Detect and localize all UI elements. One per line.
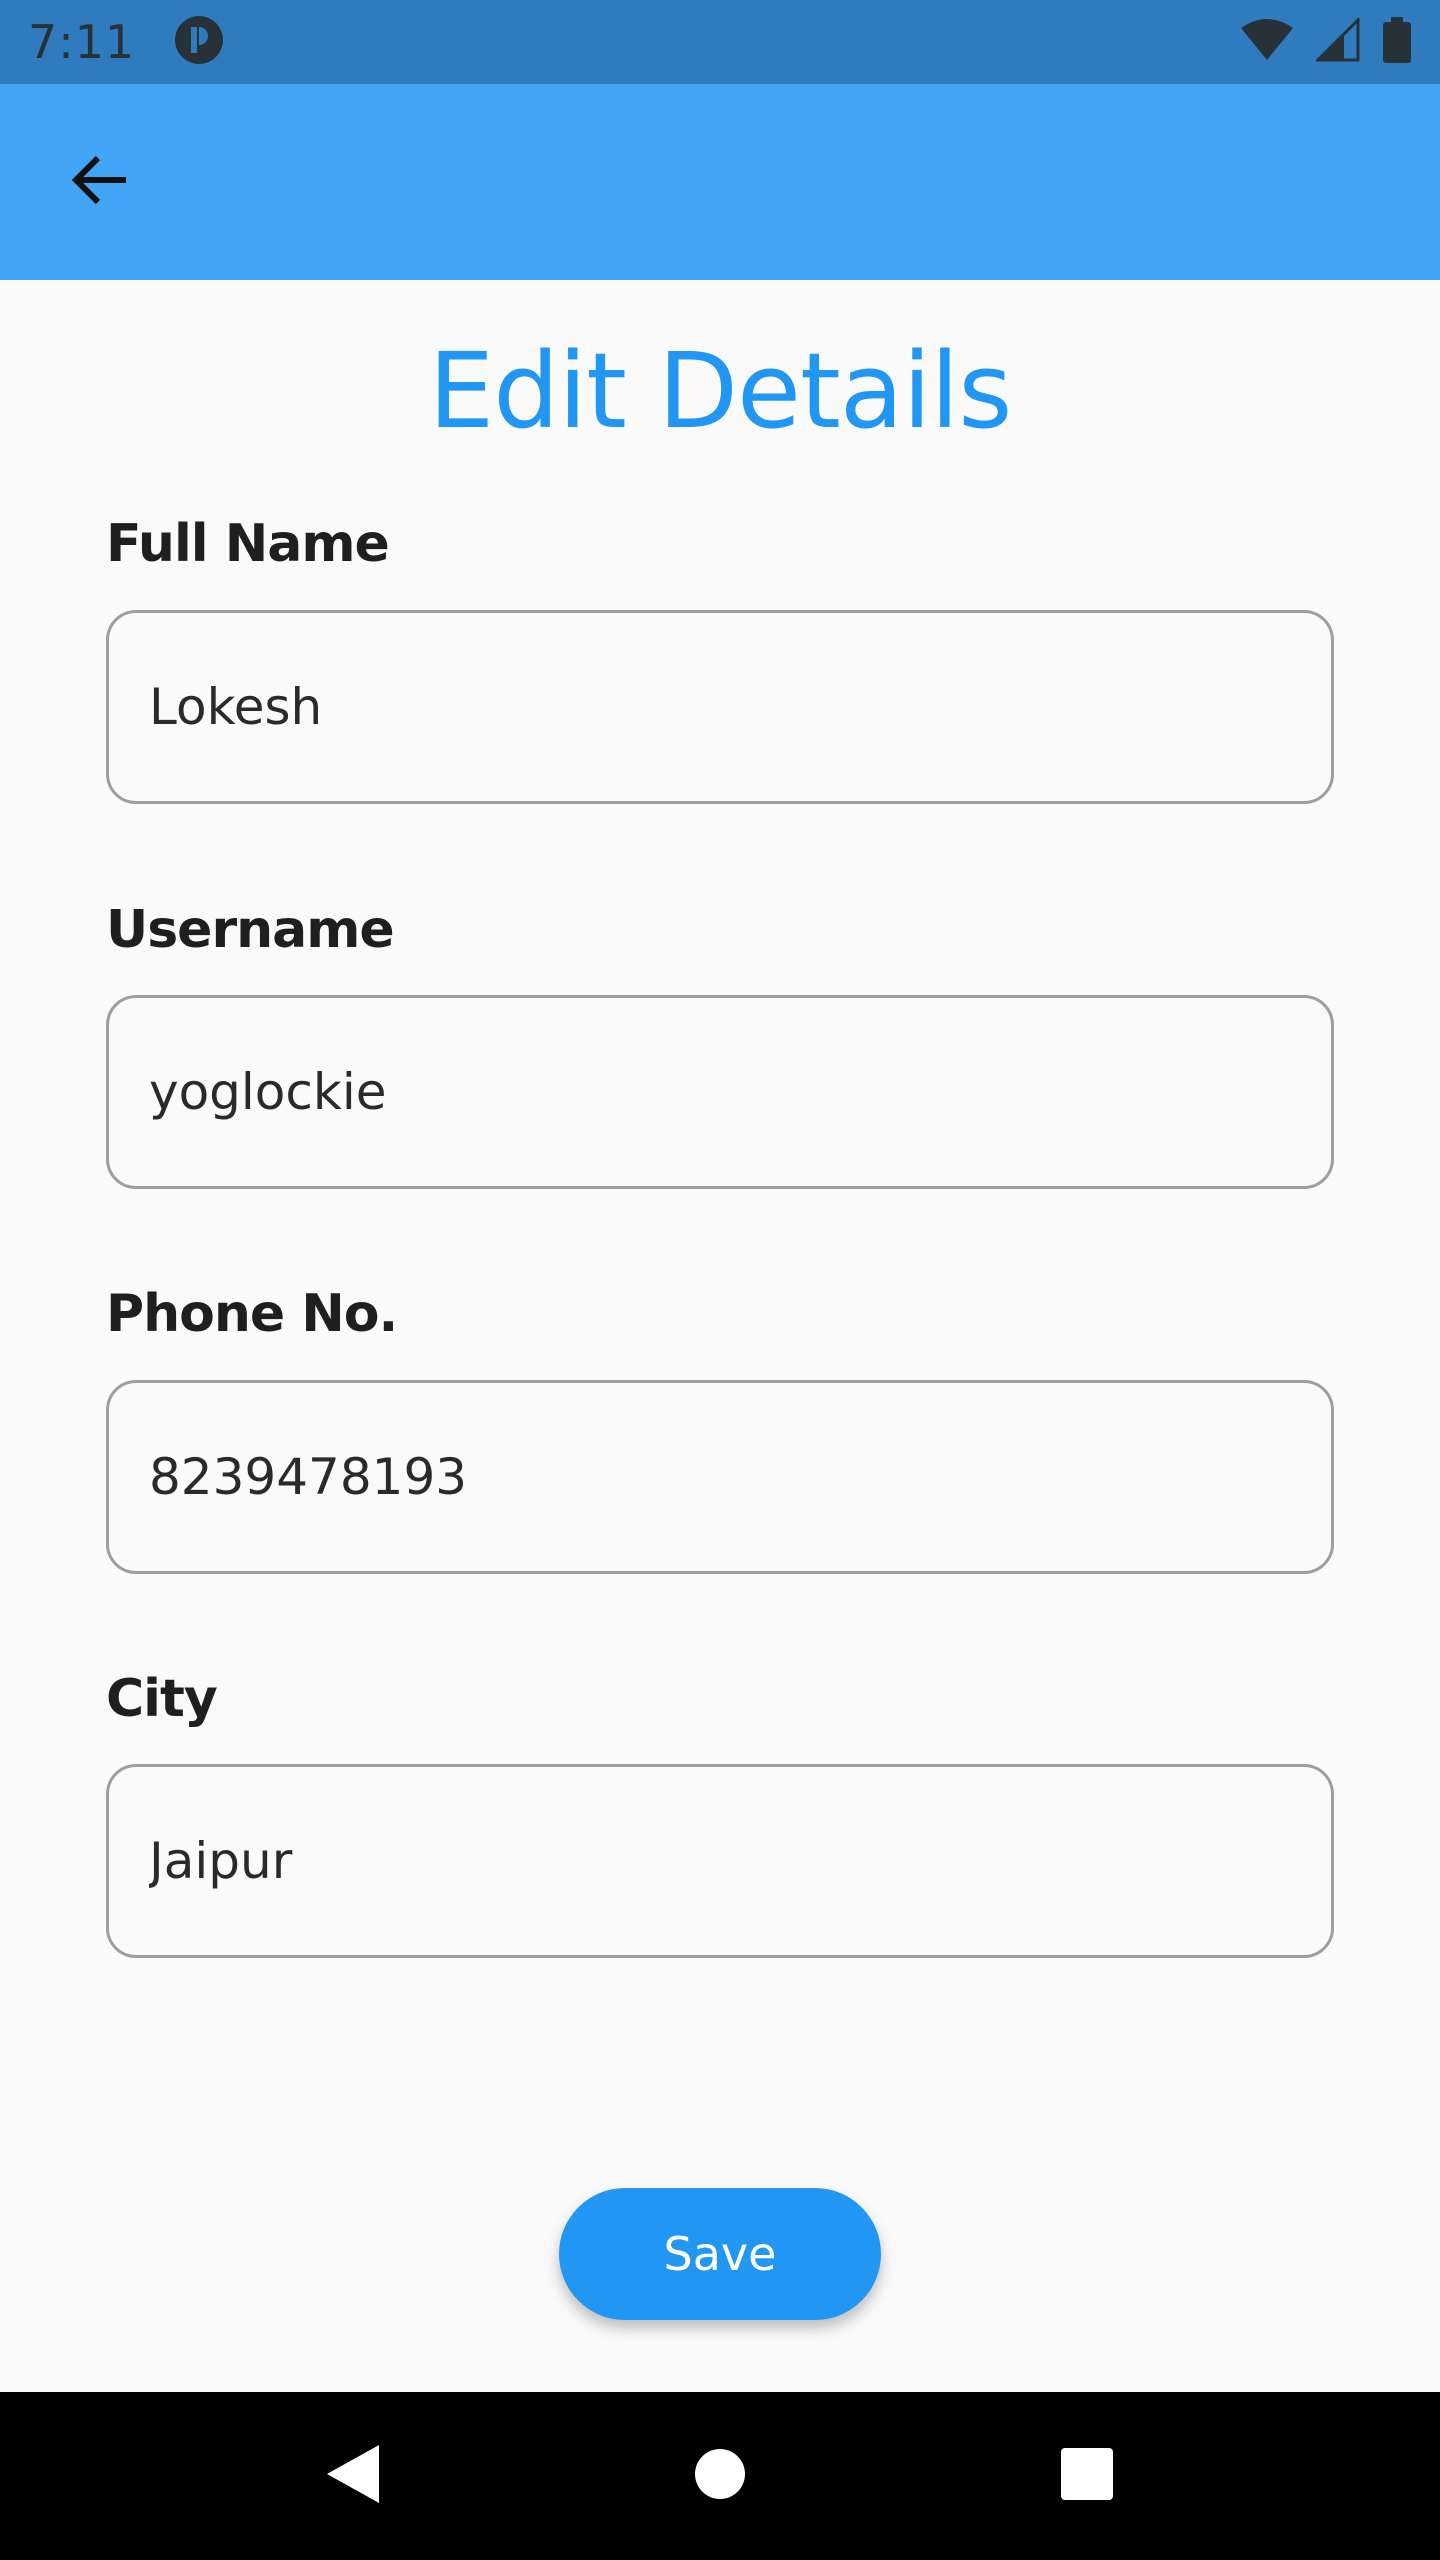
full-name-input[interactable] xyxy=(106,610,1334,804)
signal-icon xyxy=(1314,16,1360,66)
status-bar-left: 7:11 xyxy=(28,14,225,70)
status-bar: 7:11 xyxy=(0,0,1440,84)
status-bar-right xyxy=(1240,16,1412,67)
city-input[interactable] xyxy=(106,1764,1334,1958)
full-name-label: Full Name xyxy=(106,514,390,574)
nav-home-button[interactable] xyxy=(660,2416,780,2536)
city-label: City xyxy=(106,1669,218,1729)
nav-recents-button[interactable] xyxy=(1027,2416,1147,2536)
phone-label: Phone No. xyxy=(106,1284,398,1344)
back-triangle-icon xyxy=(325,2443,381,2509)
username-label: Username xyxy=(106,900,395,960)
arrow-back-icon xyxy=(68,148,132,216)
phone-input[interactable] xyxy=(106,1380,1334,1574)
status-time: 7:11 xyxy=(28,15,136,69)
app-bar xyxy=(0,84,1440,280)
save-button[interactable]: Save xyxy=(559,2188,881,2320)
username-input[interactable] xyxy=(106,995,1334,1189)
navigation-bar xyxy=(0,2392,1440,2560)
back-button[interactable] xyxy=(60,142,140,222)
page-title: Edit Details xyxy=(428,330,1012,452)
recents-square-icon xyxy=(1060,2447,1114,2505)
app-notification-icon xyxy=(173,14,225,70)
wifi-icon xyxy=(1240,18,1294,66)
nav-back-button[interactable] xyxy=(293,2416,413,2536)
battery-icon xyxy=(1382,17,1412,67)
home-circle-icon xyxy=(694,2448,746,2504)
